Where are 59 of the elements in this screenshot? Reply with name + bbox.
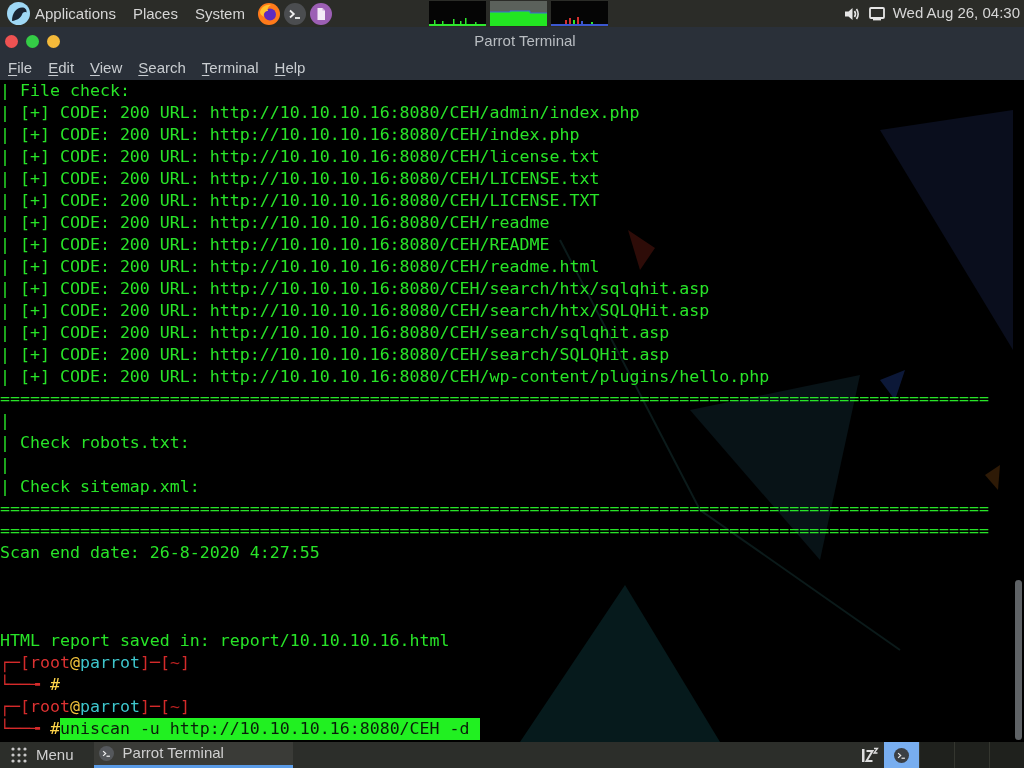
terminal-line: |	[0, 455, 10, 474]
terminal-line: | Check robots.txt:	[0, 433, 190, 452]
terminal-line: | [+] CODE: 200 URL: http://10.10.10.16:8080/CEH/admin/index.php	[0, 103, 640, 122]
terminal-line: | [+] CODE: 200 URL: http://10.10.10.16:8080/CEH/readme	[0, 213, 550, 232]
terminal-line: HTML report saved in: report/10.10.10.16.html	[0, 631, 450, 650]
terminal-line: ===================================================================================================	[0, 389, 990, 408]
terminal-line: | [+] CODE: 200 URL: http://10.10.10.16:8080/CEH/license.txt	[0, 147, 600, 166]
close-button[interactable]	[5, 34, 18, 48]
wallpaper-triangle	[628, 230, 655, 270]
minimize-button[interactable]	[47, 34, 60, 48]
bird-logo-icon[interactable]	[7, 2, 30, 25]
terminal-line: |	[0, 411, 10, 430]
terminal-line: | File check:	[0, 81, 130, 100]
terminal-line: | [+] CODE: 200 URL: http://10.10.10.16:8080/CEH/index.php	[0, 125, 580, 144]
clock-text: Wed Aug 26, 04:30	[892, 3, 1020, 24]
menu-item[interactable]: Edit	[40, 57, 83, 78]
speaker-icon[interactable]	[843, 5, 860, 22]
prompt-text: ┌─[root@parrot]─[~]	[0, 696, 190, 718]
prompt-text: └──╼ #	[0, 674, 60, 696]
terminal-line: | Check sitemap.xml:	[0, 477, 200, 496]
terminal-line: | [+] CODE: 200 URL: http://10.10.10.16:8080/CEH/LICENSE.TXT	[0, 191, 600, 210]
load-graph	[428, 1, 486, 26]
panel-menu-item[interactable]: Applications	[35, 3, 116, 24]
panel-menu-item[interactable]: Places	[132, 3, 178, 24]
menu-item[interactable]: Terminal	[193, 57, 267, 78]
wallpaper-triangle	[985, 465, 1000, 490]
display-icon[interactable]	[868, 6, 885, 21]
terminal-line: | [+] CODE: 200 URL: http://10.10.10.16:8080/CEH/readme.html	[0, 257, 600, 276]
menu-button[interactable]: Menu	[0, 742, 84, 768]
scrollbar[interactable]	[1015, 580, 1022, 740]
terminal-line: Scan end date: 26-8-2020 4:27:55	[0, 543, 320, 562]
prompt-text: ┌─[root@parrot]─[~]	[0, 652, 190, 674]
terminal-line: | [+] CODE: 200 URL: http://10.10.10.16:8080/CEH/README	[0, 235, 550, 254]
taskbar-button[interactable]: Parrot Terminal	[93, 742, 293, 768]
terminal-line: | [+] CODE: 200 URL: http://10.10.10.16:8080/CEH/search/SQLQHit.asp	[0, 345, 670, 364]
terminal-line: ===================================================================================================	[0, 499, 990, 518]
menu-item[interactable]: Help	[266, 57, 314, 78]
window-title: Parrot Terminal	[474, 30, 576, 51]
terminal-line: | [+] CODE: 200 URL: http://10.10.10.16:8080/CEH/search/htx/sqlqhit.asp	[0, 279, 710, 298]
maximize-button[interactable]	[26, 34, 39, 48]
menu-item[interactable]: File	[0, 57, 41, 78]
menu-item[interactable]: Search	[130, 57, 194, 78]
panel-menu-item[interactable]: System	[194, 3, 245, 24]
document-icon[interactable]	[309, 2, 332, 25]
load-graph	[489, 1, 547, 26]
load-graph	[550, 1, 608, 26]
terminal-line: | [+] CODE: 200 URL: http://10.10.10.16:8080/CEH/LICENSE.txt	[0, 169, 600, 188]
browser-icon[interactable]	[257, 2, 280, 25]
terminal-line: ===================================================================================================	[0, 521, 990, 540]
terminal-icon	[98, 746, 114, 761]
workspace-button[interactable]	[884, 742, 919, 768]
prompt-text: └──╼ #	[0, 718, 60, 740]
terminal-icon	[283, 2, 306, 25]
terminal-line: | [+] CODE: 200 URL: http://10.10.10.16:8080/CEH/search/htx/SQLQHit.asp	[0, 301, 710, 320]
terminal-line: | [+] CODE: 200 URL: http://10.10.10.16:8080/CEH/wp-content/plugins/hello.php	[0, 367, 770, 386]
grid-icon	[11, 747, 27, 763]
menu-item[interactable]: View	[82, 57, 131, 78]
terminal-line: | [+] CODE: 200 URL: http://10.10.10.16:8080/CEH/search/sqlqhit.asp	[0, 323, 670, 342]
sleep-icon[interactable]	[861, 746, 879, 764]
